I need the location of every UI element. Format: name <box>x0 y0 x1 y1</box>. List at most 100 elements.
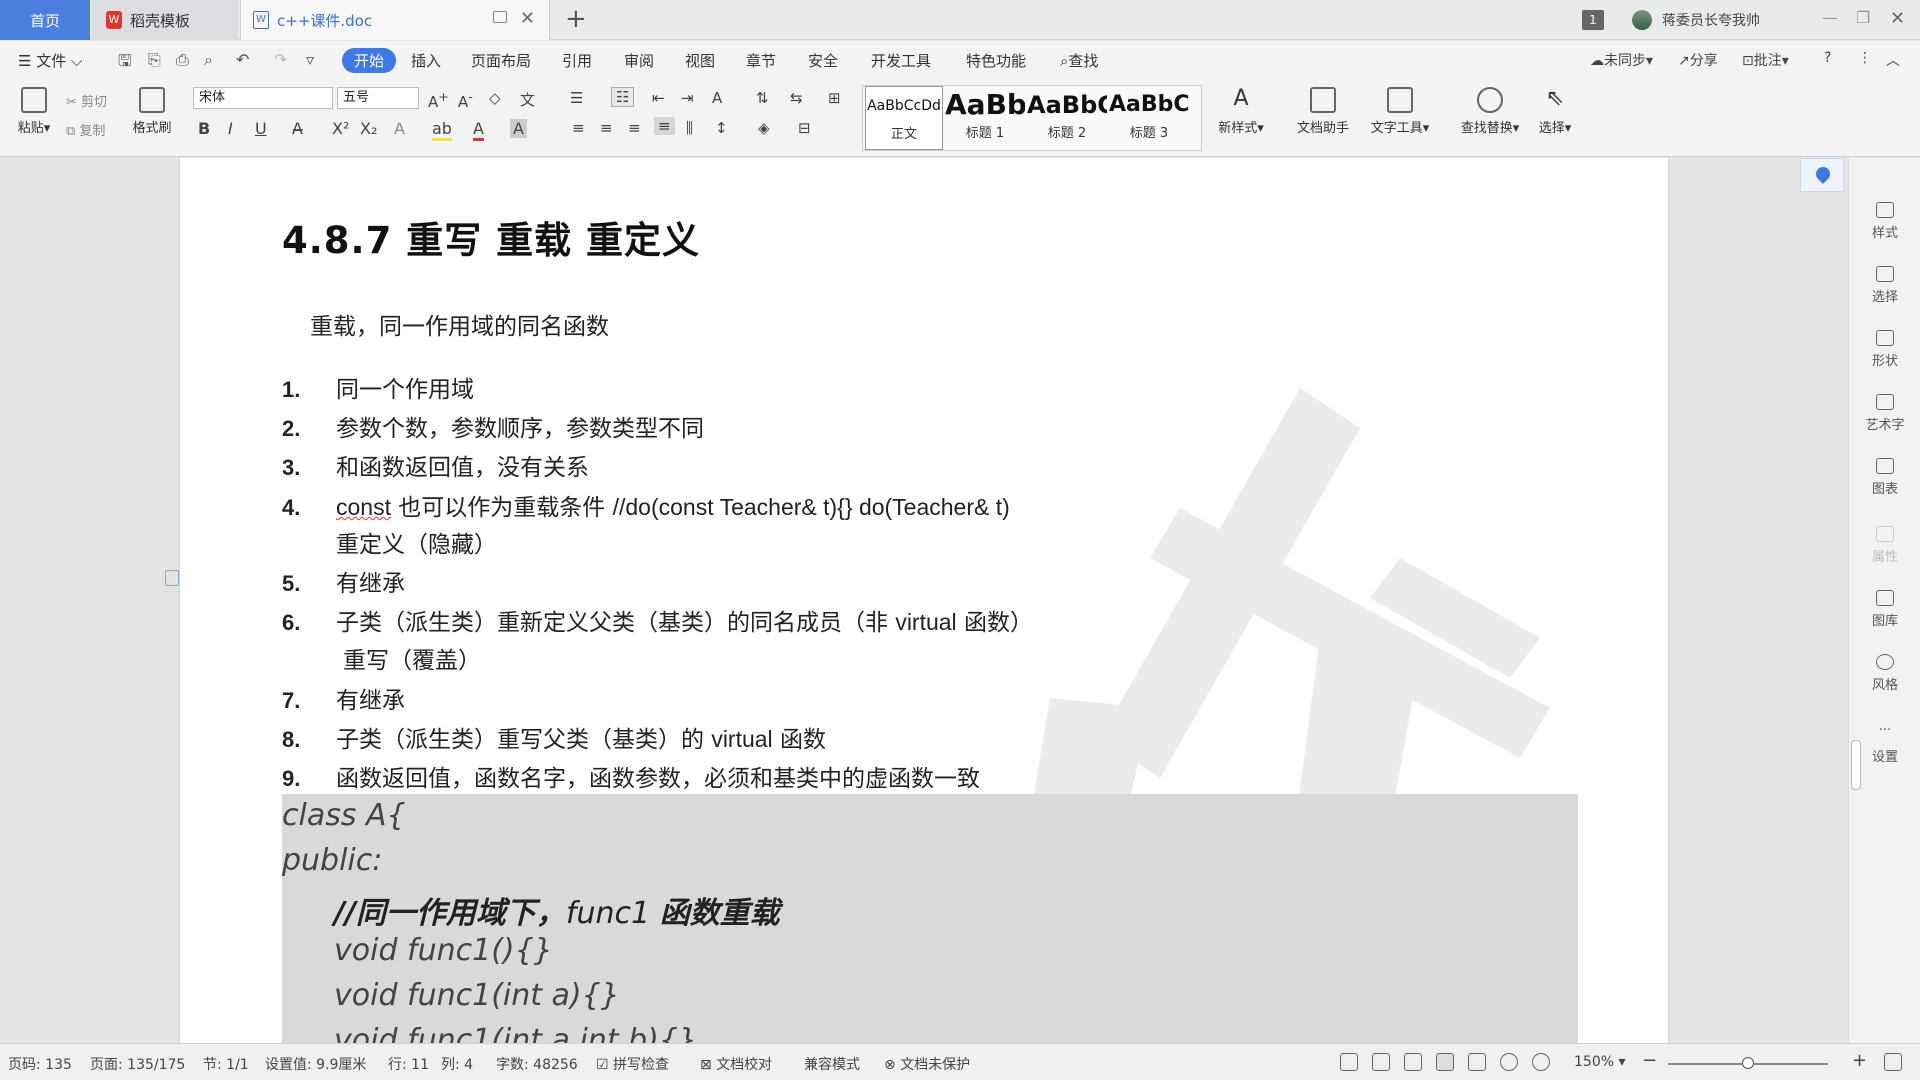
window-count-badge[interactable]: 1 <box>1582 10 1604 30</box>
style-heading-1[interactable]: AaBb 标题 1 <box>945 86 1025 150</box>
export-icon[interactable]: ⎘ <box>148 50 161 70</box>
zoom-slider-thumb[interactable] <box>1742 1057 1754 1069</box>
borders-icon[interactable]: ⊟ <box>798 119 811 137</box>
web-view-icon[interactable] <box>1500 1053 1518 1071</box>
paste-button[interactable]: 粘贴▾ <box>12 87 56 136</box>
fullscreen-icon[interactable] <box>1340 1053 1358 1071</box>
menu-developer[interactable]: 开发工具 <box>871 50 931 71</box>
page-code[interactable]: 页码: 135 <box>8 1054 72 1074</box>
style-heading-3[interactable]: AaBbC 标题 3 <box>1109 86 1189 150</box>
rail-chart[interactable]: 图表 <box>1849 458 1920 497</box>
chinese-layout-icon[interactable]: A <box>712 89 722 107</box>
search-button[interactable]: ⌕查找 <box>1060 50 1098 71</box>
bullet-list-icon[interactable]: ☰ <box>570 89 583 107</box>
text-tools-button[interactable]: 文字工具▾ <box>1362 87 1438 136</box>
outline-view-icon[interactable] <box>1468 1053 1486 1071</box>
section-info[interactable]: 节: 1/1 <box>203 1054 249 1074</box>
justify-icon[interactable]: ≡ <box>654 117 675 135</box>
tab-document[interactable]: W c++课件.doc ✕ <box>240 0 550 40</box>
phonetic-icon[interactable]: 文 <box>520 89 535 110</box>
bold-icon[interactable]: B <box>198 119 210 138</box>
column-info[interactable]: 列: 4 <box>441 1054 473 1074</box>
print-icon[interactable]: ⎙ <box>176 50 189 70</box>
char-shading-icon[interactable]: A <box>510 119 527 138</box>
word-count[interactable]: 字数: 48256 <box>496 1054 578 1074</box>
align-center-icon[interactable]: ≡ <box>600 119 613 137</box>
font-size-select[interactable]: 五号 <box>337 87 419 109</box>
strikethrough-icon[interactable]: A̶ <box>292 119 303 138</box>
rail-properties[interactable]: 属性 <box>1849 526 1920 565</box>
menu-page-layout[interactable]: 页面布局 <box>471 50 531 71</box>
user-account[interactable]: 蒋委员长夸我帅 <box>1632 10 1760 30</box>
more-icon[interactable]: ⋮ <box>1858 50 1872 66</box>
pin-tab-icon[interactable] <box>493 11 507 23</box>
rail-gallery[interactable]: 图库 <box>1849 590 1920 629</box>
style-normal[interactable]: AaBbCcDd 正文 <box>865 86 943 150</box>
clear-format-icon[interactable]: ◇ <box>489 89 501 107</box>
sync-button[interactable]: ☁未同步▾ <box>1590 50 1653 70</box>
shading-icon[interactable]: ◈ <box>758 119 770 137</box>
menu-review[interactable]: 审阅 <box>624 50 654 71</box>
tab-home[interactable]: 首页 <box>0 0 90 40</box>
document-page[interactable]: 4.8.7 重写 重载 重定义 重载，同一作用域的同名函数 1. 同一个作用域 2… <box>165 158 1668 1043</box>
rail-shape[interactable]: 形状 <box>1849 330 1920 369</box>
paragraph-anchor-icon[interactable] <box>165 570 179 586</box>
menu-view[interactable]: 视图 <box>685 50 715 71</box>
menu-chapter[interactable]: 章节 <box>746 50 776 71</box>
doc-assistant-button[interactable]: 文档助手 <box>1290 87 1356 136</box>
grow-font-icon[interactable]: A+ <box>428 89 449 111</box>
redo-icon[interactable]: ↷ <box>274 50 287 69</box>
compat-mode[interactable]: 兼容模式 <box>804 1054 860 1074</box>
edit-mode-icon[interactable] <box>1404 1053 1422 1071</box>
text-effect-icon[interactable]: A <box>394 119 405 138</box>
sort-icon[interactable]: ⇅ <box>756 89 769 107</box>
superscript-icon[interactable]: X² <box>332 119 349 138</box>
zoom-level-select[interactable]: 150% ▾ <box>1574 1054 1626 1070</box>
font-name-select[interactable]: 宋体 <box>193 87 333 109</box>
rail-wordart[interactable]: 艺术字 <box>1849 394 1920 433</box>
menu-special[interactable]: 特色功能 <box>966 50 1026 71</box>
customize-icon[interactable]: ▿ <box>306 50 314 69</box>
save-icon[interactable]: 🖫 <box>118 50 132 77</box>
close-window-icon[interactable]: ✕ <box>1890 8 1905 29</box>
copy-button[interactable]: ⧉ 复制 <box>66 120 105 139</box>
rail-select[interactable]: 选择 <box>1849 266 1920 305</box>
cut-button[interactable]: ✂ 剪切 <box>66 91 107 110</box>
subscript-icon[interactable]: X₂ <box>360 119 377 138</box>
add-tab-button[interactable]: + <box>565 4 587 34</box>
zoom-slider[interactable] <box>1668 1057 1828 1069</box>
line-spacing-toggle-icon[interactable]: ⇆ <box>790 89 803 107</box>
italic-icon[interactable]: I <box>228 119 233 138</box>
minimize-icon[interactable]: — <box>1822 8 1838 27</box>
underline-icon[interactable]: U <box>255 119 267 138</box>
fit-window-icon[interactable] <box>1884 1053 1902 1071</box>
page-view-icon[interactable] <box>1436 1053 1454 1071</box>
align-left-icon[interactable]: ≡ <box>572 119 585 137</box>
distribute-icon[interactable]: ⫼ <box>686 119 693 137</box>
navigation-locate-button[interactable] <box>1800 158 1844 192</box>
font-color-icon[interactable]: A <box>473 119 484 141</box>
new-style-button[interactable]: A 新样式▾ <box>1212 87 1270 137</box>
read-mode-icon[interactable] <box>1372 1053 1390 1071</box>
spell-check-button[interactable]: ☑ 拼写检查 <box>596 1054 669 1074</box>
setting-value[interactable]: 设置值: 9.9厘米 <box>265 1054 366 1074</box>
tab-template[interactable]: W 稻壳模板 <box>92 0 238 40</box>
align-right-icon[interactable]: ≡ <box>628 119 641 137</box>
numbered-list-icon[interactable]: ☷ <box>611 87 635 107</box>
menu-start[interactable]: 开始 <box>342 48 397 73</box>
menu-insert[interactable]: 插入 <box>411 50 441 71</box>
proofread-button[interactable]: ⊠ 文档校对 <box>700 1054 772 1074</box>
help-icon[interactable]: ? <box>1824 50 1831 66</box>
row-info[interactable]: 行: 11 <box>388 1054 429 1074</box>
share-button[interactable]: ↗分享 <box>1678 50 1718 70</box>
highlight-icon[interactable]: ab <box>432 119 452 141</box>
page-count[interactable]: 页面: 135/175 <box>90 1054 185 1074</box>
protection-status[interactable]: ⊗ 文档未保护 <box>884 1054 970 1074</box>
zoom-in-icon[interactable]: + <box>1852 1050 1867 1071</box>
file-menu[interactable]: ☰ 文件 ⌵ <box>18 50 82 71</box>
close-tab-icon[interactable]: ✕ <box>520 8 535 29</box>
find-replace-button[interactable]: 查找替换▾ <box>1452 87 1528 136</box>
menu-references[interactable]: 引用 <box>562 50 592 71</box>
decrease-indent-icon[interactable]: ⇤ <box>652 89 665 107</box>
print-preview-icon[interactable]: ⌕ <box>204 50 213 70</box>
